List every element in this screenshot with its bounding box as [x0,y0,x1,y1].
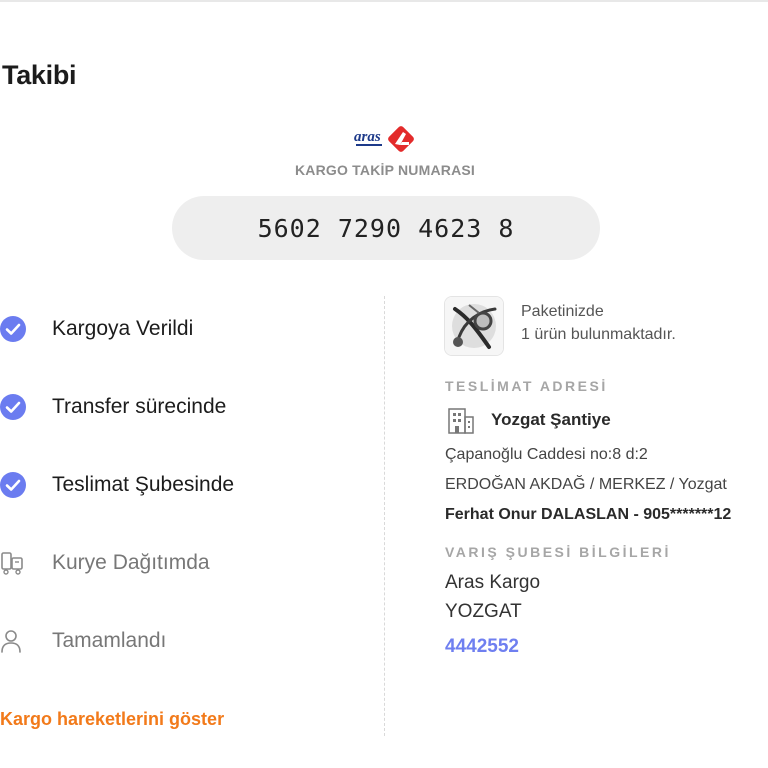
person-icon [1,630,21,653]
top-divider [0,0,768,2]
tracking-caption: KARGO TAKİP NUMARASI [294,162,476,178]
delivery-address-name: Yozgat Şantiye [491,410,611,429]
step-label: Kargoya Verildi [52,317,194,340]
step-label: Transfer sürecinde [52,395,227,418]
check-circle-icon [0,394,26,420]
branch-city: YOZGAT [445,601,522,622]
branch-company: Aras Kargo [445,572,541,593]
delivery-address-district: ERDOĞAN AKDAĞ / MERKEZ / Yozgat [445,476,727,493]
aras-kargo-logo: aras [354,124,418,154]
branch-phone-link[interactable]: 4442552 [445,636,519,658]
check-circle-icon [0,316,26,342]
building-icon [448,408,474,434]
step-label: Tamamlandı [52,629,167,652]
shipment-tracking-page: Takibi aras KARGO TAKİP NUMARASI 5602 72… [0,0,768,768]
carrier-logo-text: aras [354,129,381,145]
step-label: Teslimat Şubesinde [52,473,235,496]
delivery-address-street: Çapanoğlu Caddesi no:8 d:2 [445,446,648,463]
delivery-address-heading: TESLİMAT ADRESİ [445,378,608,394]
courier-icon [1,552,23,575]
column-divider [384,296,385,736]
branch-info-heading: VARIŞ ŞUBESİ BİLGİLERİ [445,544,671,560]
product-thumbnail[interactable] [444,296,504,356]
delivery-address-contact: Ferhat Onur DALASLAN - 905*******12 [445,506,732,523]
package-info-line1: Paketinizde [521,303,604,320]
step-label: Kurye Dağıtımda [52,551,210,574]
page-title: Takibi [2,60,77,90]
show-shipment-moves-link[interactable]: Kargo hareketlerini göster [0,709,224,730]
tracking-number: 5602 7290 4623 8 [257,213,515,243]
tracking-number-box: 5602 7290 4623 8 [172,196,600,260]
package-info-line2: 1 ürün bulunmaktadır. [521,326,676,343]
check-circle-icon [0,472,26,498]
